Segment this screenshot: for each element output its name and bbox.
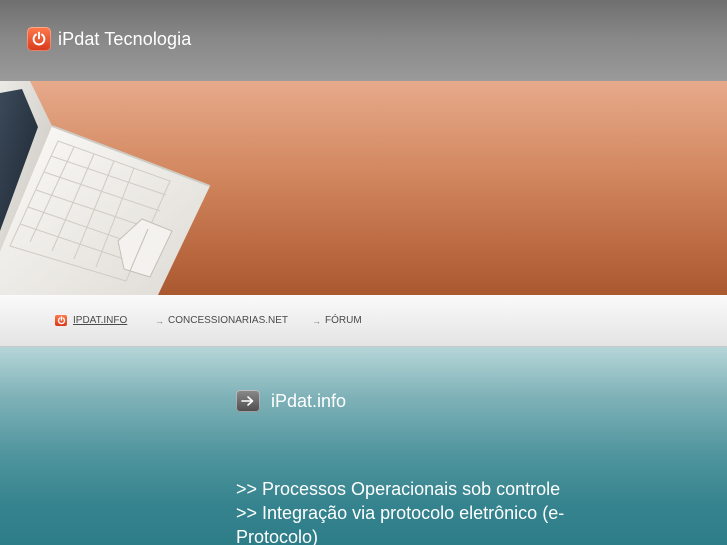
site-title: iPdat Tecnologia — [58, 28, 192, 49]
arrow-right-icon — [236, 390, 260, 412]
section-heading: iPdat.info — [236, 390, 346, 412]
brand[interactable]: iPdat Tecnologia — [27, 27, 191, 51]
main-nav: IPDAT.INFO → CONCESSIONARIAS.NET → FÓRUM — [0, 295, 727, 347]
nav-label: FÓRUM — [325, 315, 362, 326]
header: iPdat Tecnologia — [0, 0, 727, 82]
arrow-right-icon: → — [312, 315, 321, 326]
main-content: iPdat.info >> Processos Operacionais sob… — [0, 347, 727, 545]
feature-item: >> Processos Operacionais sob controle — [236, 479, 561, 499]
nav-label: CONCESSIONARIAS.NET — [168, 315, 289, 326]
page: iPdat Tecnologia IPDAT.INFO → CONCESSION… — [0, 0, 727, 545]
section-title: iPdat.info — [271, 390, 347, 411]
feature-item: >> Integração via protocolo eletrônico (… — [236, 503, 565, 545]
nav-item-ipdat-info[interactable]: IPDAT.INFO — [55, 315, 127, 326]
nav-label: IPDAT.INFO — [73, 315, 128, 326]
nav-item-forum[interactable]: → FÓRUM — [312, 315, 362, 326]
laptop-image — [0, 81, 211, 295]
power-icon — [27, 27, 51, 51]
banner — [0, 81, 727, 295]
arrow-right-icon: → — [155, 315, 164, 326]
power-icon — [55, 315, 67, 326]
feature-list: >> Processos Operacionais sob controle >… — [236, 477, 616, 545]
nav-item-concessionarias[interactable]: → CONCESSIONARIAS.NET — [155, 315, 288, 326]
